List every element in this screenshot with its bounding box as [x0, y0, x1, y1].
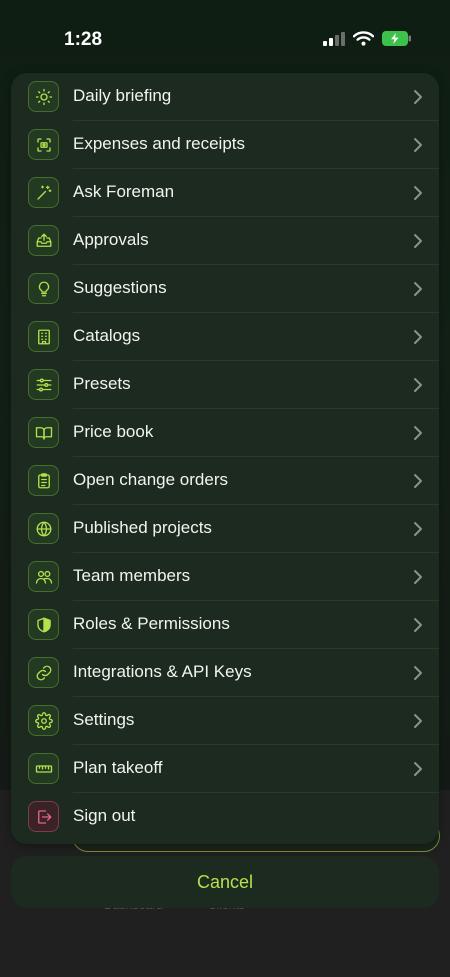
magic-wand-icon: [28, 177, 59, 208]
menu-item-roles-permissions[interactable]: Roles & Permissions: [11, 601, 439, 649]
chevron-right-icon: [414, 90, 422, 104]
menu-item-suggestions[interactable]: Suggestions: [11, 265, 439, 313]
chevron-right-icon: [414, 186, 422, 200]
menu-item-label: Roles & Permissions: [73, 614, 230, 633]
menu-item-catalogs[interactable]: Catalogs: [11, 313, 439, 361]
chevron-right-icon: [414, 762, 422, 776]
status-bar: 1:28: [0, 0, 450, 72]
sliders-icon: [28, 369, 59, 400]
status-time: 1:28: [64, 29, 103, 50]
receipt-scan-icon: [28, 129, 59, 160]
inbox-upload-icon: [28, 225, 59, 256]
menu-item-presets[interactable]: Presets: [11, 361, 439, 409]
gear-icon: [28, 705, 59, 736]
users-icon: [28, 561, 59, 592]
menu-item-label: Presets: [73, 374, 131, 393]
menu-item-label: Price book: [73, 422, 154, 441]
status-icons: [323, 31, 412, 51]
menu-item-label: Team members: [73, 566, 191, 585]
menu-item-team-members[interactable]: Team members: [11, 553, 439, 601]
menu-item-label: Sign out: [73, 806, 136, 825]
chevron-right-icon: [414, 666, 422, 680]
lightbulb-icon: [28, 273, 59, 304]
menu-item-label: Expenses and receipts: [73, 134, 245, 153]
chevron-right-icon: [414, 234, 422, 248]
chevron-right-icon: [414, 522, 422, 536]
chevron-right-icon: [414, 618, 422, 632]
menu-item-expenses-and-receipts[interactable]: Expenses and receipts: [11, 121, 439, 169]
menu-item-settings[interactable]: Settings: [11, 697, 439, 745]
menu-item-label: Catalogs: [73, 326, 141, 345]
menu-item-sign-out[interactable]: Sign out: [11, 793, 439, 841]
sun-icon: [28, 81, 59, 112]
globe-icon: [28, 513, 59, 544]
menu-item-open-change-orders[interactable]: Open change orders: [11, 457, 439, 505]
building-icon: [28, 321, 59, 352]
link-icon: [28, 657, 59, 688]
chevron-right-icon: [414, 426, 422, 440]
chevron-right-icon: [414, 714, 422, 728]
wifi-icon: [352, 31, 375, 51]
chevron-right-icon: [414, 138, 422, 152]
menu-item-daily-briefing[interactable]: Daily briefing: [11, 73, 439, 121]
chevron-right-icon: [414, 330, 422, 344]
menu-item-label: Settings: [73, 710, 135, 729]
open-book-icon: [28, 417, 59, 448]
chevron-right-icon: [414, 282, 422, 296]
menu-item-published-projects[interactable]: Published projects: [11, 505, 439, 553]
battery-charging-icon: [382, 31, 412, 51]
menu-item-plan-takeoff[interactable]: Plan takeoff: [11, 745, 439, 793]
menu-item-label: Plan takeoff: [73, 758, 163, 777]
menu-item-label: Published projects: [73, 518, 212, 537]
menu-item-label: Daily briefing: [73, 86, 172, 105]
menu-item-label: Integrations & API Keys: [73, 662, 252, 681]
sign-out-icon: [28, 801, 59, 832]
cellular-signal-icon: [323, 31, 345, 51]
more-menu-sheet: Daily briefing Expenses and receipts Ask…: [11, 73, 439, 844]
chevron-right-icon: [414, 570, 422, 584]
chevron-right-icon: [414, 474, 422, 488]
menu-item-label: Suggestions: [73, 278, 167, 297]
cancel-button[interactable]: Cancel: [11, 856, 439, 908]
menu-item-integrations-api-keys[interactable]: Integrations & API Keys: [11, 649, 439, 697]
menu-item-label: Approvals: [73, 230, 149, 249]
shield-icon: [28, 609, 59, 640]
menu-item-ask-foreman[interactable]: Ask Foreman: [11, 169, 439, 217]
menu-item-label: Open change orders: [73, 470, 228, 489]
menu-item-approvals[interactable]: Approvals: [11, 217, 439, 265]
chevron-right-icon: [414, 378, 422, 392]
clipboard-icon: [28, 465, 59, 496]
menu-item-label: Ask Foreman: [73, 182, 175, 201]
menu-item-price-book[interactable]: Price book: [11, 409, 439, 457]
ruler-icon: [28, 753, 59, 784]
